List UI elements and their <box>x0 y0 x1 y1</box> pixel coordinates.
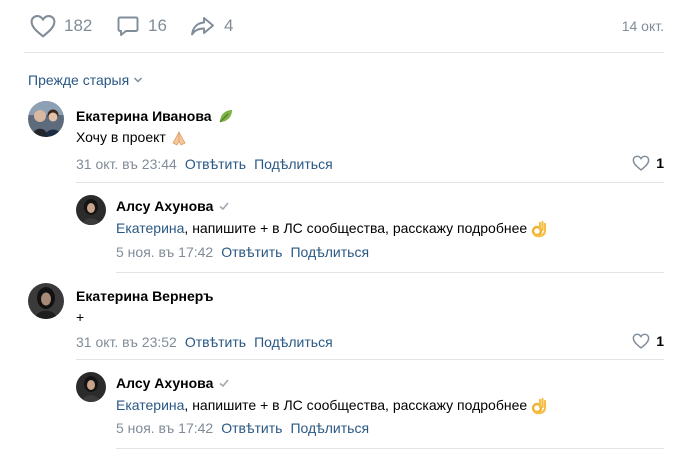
divider <box>76 182 664 183</box>
comment-date[interactable]: 5 ноя. въ 17:42 <box>116 420 213 436</box>
comment-like-count: 1 <box>656 333 664 349</box>
shares-count: 4 <box>224 16 234 35</box>
mention-link[interactable]: Екатерина <box>116 220 184 236</box>
likes-count: 182 <box>64 16 93 35</box>
sort-dropdown[interactable]: Прежде старыя <box>28 72 143 88</box>
comment-meta: 31 окт. въ 23:52 Отвѣтить Подѣлиться <box>76 334 333 350</box>
heart-icon <box>632 155 650 171</box>
comments-count: 16 <box>148 16 167 35</box>
reply-link[interactable]: Отвѣтить <box>221 244 282 260</box>
comment-meta: 5 ноя. въ 17:42 Отвѣтить Подѣлиться <box>116 420 369 436</box>
reply-link[interactable]: Отвѣтить <box>221 420 282 436</box>
comment-like-button[interactable]: 1 <box>632 155 664 171</box>
share-arrow-icon <box>191 17 214 36</box>
post-date: 14 окт. <box>621 18 664 34</box>
heart-icon <box>632 333 650 349</box>
checkmark-icon <box>219 379 229 388</box>
comment-date[interactable]: 31 окт. въ 23:44 <box>76 156 177 172</box>
avatar[interactable] <box>28 283 64 319</box>
avatar[interactable] <box>28 101 64 137</box>
heart-icon <box>30 15 56 38</box>
leaf-icon <box>219 110 232 123</box>
ok-hand-icon <box>531 221 547 238</box>
comment-icon <box>117 16 139 36</box>
reply-link[interactable]: Отвѣтить <box>185 156 246 172</box>
comments-button[interactable]: 16 <box>116 14 167 38</box>
divider <box>76 359 664 360</box>
share-button[interactable]: 4 <box>190 14 233 38</box>
post-stats-bar: 182 16 4 14 окт. <box>0 0 688 52</box>
comment-text: + <box>76 309 85 325</box>
comment-date[interactable]: 31 окт. въ 23:52 <box>76 334 177 350</box>
mention-link[interactable]: Екатерина <box>116 397 184 413</box>
comment-meta: 31 окт. въ 23:44 Отвѣтить Подѣлиться <box>76 156 333 172</box>
share-link[interactable]: Подѣлиться <box>254 156 333 172</box>
comment-author[interactable]: Алсу Ахунова <box>116 375 230 391</box>
share-link[interactable]: Подѣлиться <box>290 244 369 260</box>
share-link[interactable]: Подѣлиться <box>290 420 369 436</box>
comment-author[interactable]: Екатерина Иванова <box>76 108 233 124</box>
comment-text: Екатерина, напишите + в ЛС сообщества, р… <box>116 397 547 415</box>
comment-author[interactable]: Екатерина Вернеръ <box>76 288 214 304</box>
comment-author[interactable]: Алсу Ахунова <box>116 198 230 214</box>
divider <box>116 448 664 449</box>
comment-text: Хочу в проект <box>76 129 188 146</box>
like-button[interactable]: 182 <box>30 14 92 38</box>
reply-link[interactable]: Отвѣтить <box>185 334 246 350</box>
ok-hand-icon <box>531 398 547 415</box>
avatar[interactable] <box>76 195 106 225</box>
sort-label: Прежде старыя <box>28 72 130 88</box>
praying-hands-icon <box>172 131 186 146</box>
avatar[interactable] <box>76 372 106 402</box>
divider <box>116 272 664 273</box>
comment-like-button[interactable]: 1 <box>632 333 664 349</box>
comment-text: Екатерина, напишите + в ЛС сообщества, р… <box>116 220 547 238</box>
comment-date[interactable]: 5 ноя. въ 17:42 <box>116 244 213 260</box>
checkmark-icon <box>219 202 229 211</box>
chevron-down-icon <box>134 77 143 83</box>
divider <box>24 52 664 53</box>
comment-meta: 5 ноя. въ 17:42 Отвѣтить Подѣлиться <box>116 244 369 260</box>
share-link[interactable]: Подѣлиться <box>254 334 333 350</box>
comment-like-count: 1 <box>656 155 664 171</box>
